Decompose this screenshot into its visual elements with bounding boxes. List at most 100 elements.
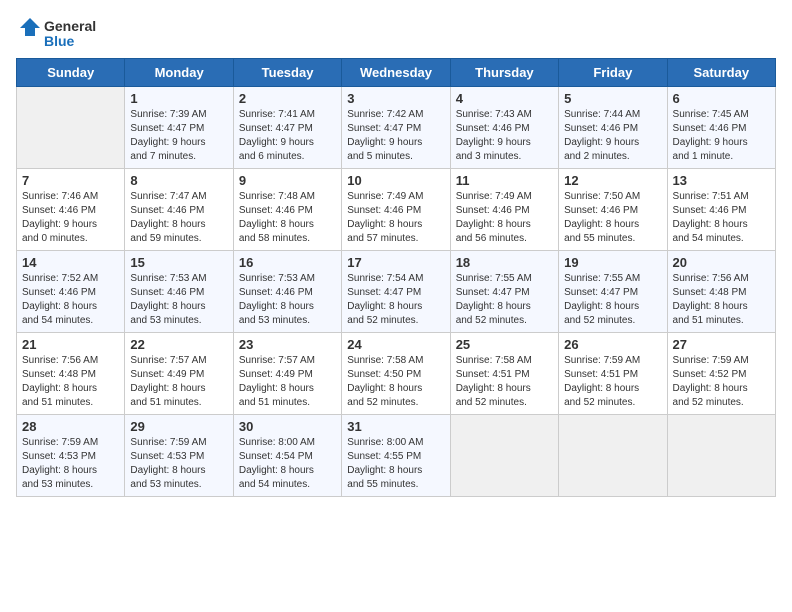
day-number: 4 [456,91,553,106]
day-number: 1 [130,91,227,106]
cell-info: Daylight: 8 hours [22,300,119,314]
cell-info: Sunset: 4:53 PM [22,450,119,464]
day-number: 5 [564,91,661,106]
day-number: 7 [22,173,119,188]
cell-info: Sunset: 4:47 PM [564,286,661,300]
day-number: 21 [22,337,119,352]
calendar-cell: 21Sunrise: 7:56 AMSunset: 4:48 PMDayligh… [17,333,125,415]
cell-info: Sunrise: 7:55 AM [456,272,553,286]
calendar-cell: 24Sunrise: 7:58 AMSunset: 4:50 PMDayligh… [342,333,450,415]
cell-info: Sunset: 4:46 PM [673,204,770,218]
cell-info: Daylight: 8 hours [239,464,336,478]
cell-info: Sunset: 4:46 PM [347,204,444,218]
day-number: 16 [239,255,336,270]
cell-info: Sunrise: 7:48 AM [239,190,336,204]
day-number: 14 [22,255,119,270]
day-number: 15 [130,255,227,270]
cell-info: Daylight: 9 hours [673,136,770,150]
cell-info: Daylight: 8 hours [456,382,553,396]
cell-info: Sunrise: 7:52 AM [22,272,119,286]
cell-info: Daylight: 8 hours [673,382,770,396]
day-number: 31 [347,419,444,434]
day-number: 13 [673,173,770,188]
day-number: 25 [456,337,553,352]
cell-info: Daylight: 8 hours [130,382,227,396]
cell-info: Daylight: 8 hours [130,218,227,232]
cell-info: and 52 minutes. [347,396,444,410]
cell-info: Daylight: 8 hours [239,300,336,314]
calendar-cell [667,415,775,497]
cell-info: Daylight: 8 hours [22,464,119,478]
calendar-cell [17,87,125,169]
cell-info: Daylight: 9 hours [22,218,119,232]
cell-info: Sunset: 4:47 PM [347,286,444,300]
day-number: 27 [673,337,770,352]
calendar-cell: 4Sunrise: 7:43 AMSunset: 4:46 PMDaylight… [450,87,558,169]
cell-info: Sunset: 4:46 PM [673,122,770,136]
cell-info: and 52 minutes. [456,396,553,410]
cell-info: and 53 minutes. [130,314,227,328]
cell-info: and 5 minutes. [347,150,444,164]
day-number: 3 [347,91,444,106]
day-header-wednesday: Wednesday [342,59,450,87]
cell-info: Daylight: 8 hours [130,300,227,314]
cell-info: Sunset: 4:47 PM [347,122,444,136]
cell-info: Daylight: 8 hours [456,300,553,314]
calendar-cell: 13Sunrise: 7:51 AMSunset: 4:46 PMDayligh… [667,169,775,251]
cell-info: Sunset: 4:49 PM [239,368,336,382]
cell-info: Sunset: 4:46 PM [130,204,227,218]
cell-info: Daylight: 9 hours [564,136,661,150]
day-number: 28 [22,419,119,434]
cell-info: Sunset: 4:47 PM [130,122,227,136]
calendar-cell: 10Sunrise: 7:49 AMSunset: 4:46 PMDayligh… [342,169,450,251]
calendar-cell: 19Sunrise: 7:55 AMSunset: 4:47 PMDayligh… [559,251,667,333]
cell-info: and 51 minutes. [130,396,227,410]
calendar-cell: 25 Sunrise: 7:58 AMSunset: 4:51 PMDayligh… [450,333,558,415]
cell-info: and 56 minutes. [456,232,553,246]
cell-info: Sunrise: 7:39 AM [130,108,227,122]
calendar-cell: 14Sunrise: 7:52 AMSunset: 4:46 PMDayligh… [17,251,125,333]
cell-info: Sunset: 4:47 PM [239,122,336,136]
cell-info: Sunrise: 7:46 AM [22,190,119,204]
calendar-cell: 28Sunrise: 7:59 AMSunset: 4:53 PMDayligh… [17,415,125,497]
cell-info: Daylight: 9 hours [347,136,444,150]
cell-info: and 3 minutes. [456,150,553,164]
cell-info: Sunrise: 7:57 AM [130,354,227,368]
calendar-cell: 2Sunrise: 7:41 AMSunset: 4:47 PMDaylight… [233,87,341,169]
calendar-cell: 12Sunrise: 7:50 AMSunset: 4:46 PMDayligh… [559,169,667,251]
day-header-saturday: Saturday [667,59,775,87]
cell-info: and 59 minutes. [130,232,227,246]
cell-info: Sunrise: 7:49 AM [456,190,553,204]
cell-info: and 52 minutes. [456,314,553,328]
calendar-cell: 23Sunrise: 7:57 AMSunset: 4:49 PMDayligh… [233,333,341,415]
cell-info: Daylight: 8 hours [347,382,444,396]
cell-info: and 0 minutes. [22,232,119,246]
cell-info: Sunset: 4:52 PM [673,368,770,382]
cell-info: Sunrise: 7:56 AM [22,354,119,368]
page-header: GeneralBlue [16,16,776,50]
cell-info: and 51 minutes. [22,396,119,410]
cell-info: and 58 minutes. [239,232,336,246]
cell-info: Daylight: 8 hours [239,218,336,232]
calendar-cell: 31Sunrise: 8:00 AMSunset: 4:55 PMDayligh… [342,415,450,497]
day-number: 10 [347,173,444,188]
calendar-cell: 6Sunrise: 7:45 AMSunset: 4:46 PMDaylight… [667,87,775,169]
cell-info: Daylight: 8 hours [564,382,661,396]
cell-info: Sunset: 4:46 PM [22,204,119,218]
cell-info: Sunset: 4:51 PM [456,368,553,382]
calendar-cell [559,415,667,497]
cell-info: Sunset: 4:46 PM [130,286,227,300]
cell-info: Daylight: 8 hours [564,300,661,314]
cell-info: and 1 minute. [673,150,770,164]
cell-info: Sunset: 4:48 PM [673,286,770,300]
cell-info: Sunset: 4:51 PM [564,368,661,382]
cell-info: Daylight: 8 hours [673,218,770,232]
cell-info: Sunrise: 7:58 AM [456,354,553,368]
calendar-cell: 8Sunrise: 7:47 AMSunset: 4:46 PMDaylight… [125,169,233,251]
cell-info: Daylight: 8 hours [130,464,227,478]
day-header-monday: Monday [125,59,233,87]
cell-info: and 52 minutes. [564,396,661,410]
cell-info: Sunset: 4:47 PM [456,286,553,300]
calendar-cell: 3Sunrise: 7:42 AMSunset: 4:47 PMDaylight… [342,87,450,169]
cell-info: and 57 minutes. [347,232,444,246]
